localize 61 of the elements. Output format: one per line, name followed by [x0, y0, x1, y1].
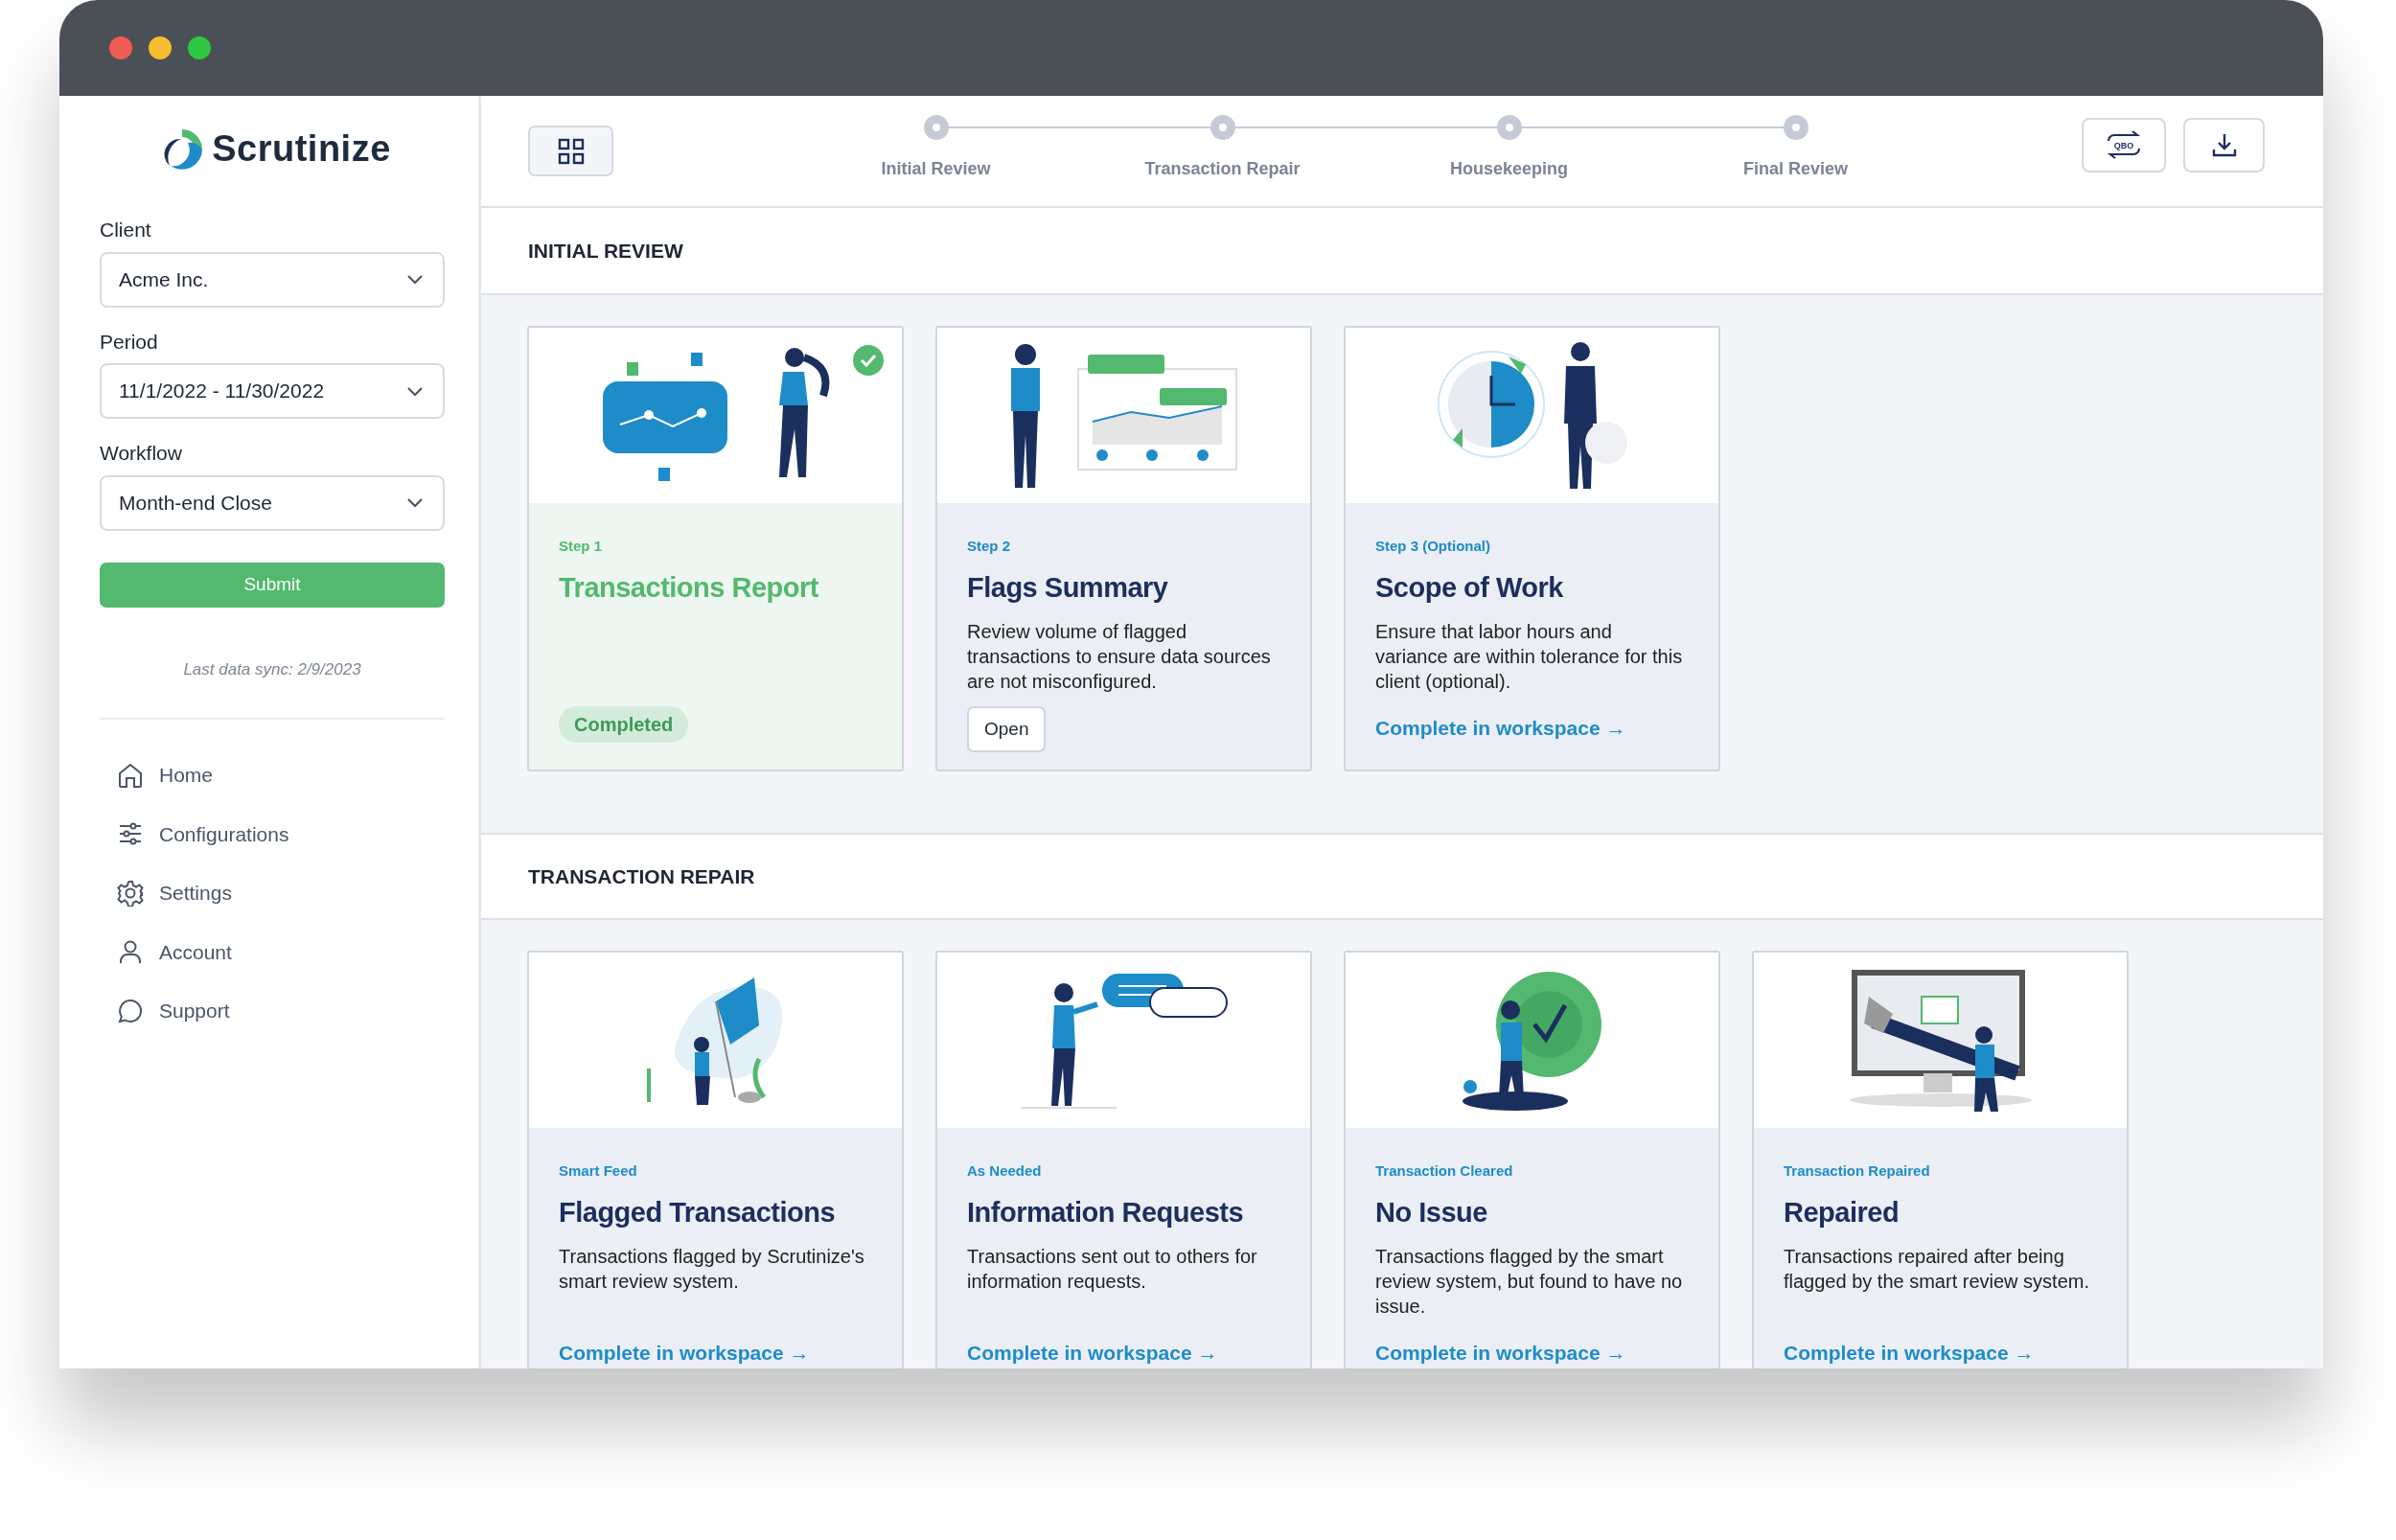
- app-name: Scrutinize: [212, 127, 391, 171]
- step-label: Housekeeping: [1450, 157, 1568, 180]
- step-tag: Smart Feed: [559, 1161, 637, 1183]
- card-title: Transactions Report: [559, 570, 818, 605]
- card-description: Ensure that labor hours and variance are within tolerance for this client (optional).: [1375, 619, 1684, 694]
- nav-link[interactable]: Support: [117, 996, 230, 1026]
- sync-button[interactable]: QBO: [2082, 117, 2166, 172]
- card-description: Transactions flagged by Scrutinize's smart review system.: [559, 1244, 865, 1294]
- card-title: Scope of Work: [1375, 570, 1563, 605]
- maximize-window-button[interactable]: [188, 36, 211, 59]
- card-description: Transactions flagged by the smart review system, but found to have no issue.: [1375, 1244, 1684, 1319]
- step-tag: Transaction Cleared: [1375, 1161, 1513, 1183]
- field-label: Period: [100, 329, 158, 355]
- download-button[interactable]: [2183, 117, 2265, 172]
- card-description: Transactions sent out to others for information requests.: [967, 1244, 1258, 1294]
- card-title: Flags Summary: [967, 570, 1168, 605]
- sync-note: Last data sync: 2/9/2023: [182, 658, 362, 680]
- step-label: Final Review: [1742, 157, 1848, 180]
- period-select[interactable]: 11/1/2022 - 11/30/2022: [100, 363, 445, 419]
- grid-view-button[interactable]: [528, 126, 613, 176]
- field-label: Workflow: [100, 441, 182, 466]
- nav-link[interactable]: Settings: [117, 878, 232, 908]
- field-label: Client: [100, 218, 151, 242]
- download-icon: [2210, 131, 2238, 158]
- close-window-button[interactable]: [109, 36, 132, 59]
- open-button[interactable]: Open: [967, 706, 1047, 752]
- step-label: Initial Review: [881, 157, 991, 180]
- client-select[interactable]: Acme Inc.: [100, 251, 445, 308]
- step-tag: As Needed: [967, 1161, 1042, 1183]
- check-circle-icon: [853, 345, 884, 376]
- completed-badge: Completed: [559, 706, 689, 743]
- workflow-select[interactable]: Month-end Close: [100, 474, 445, 531]
- card-title: No Issue: [1375, 1195, 1487, 1230]
- chevron-down-icon: [406, 274, 424, 285]
- grid-icon: [557, 137, 585, 165]
- step-tag: Transaction Repaired: [1784, 1161, 1930, 1183]
- card-description: Review volume of flagged transactions to ensure data sources are not misconfigured.: [967, 619, 1272, 694]
- section-title: INITIAL REVIEW: [528, 238, 683, 264]
- chat-bubble-icon: [117, 997, 144, 1024]
- step-marker[interactable]: [923, 114, 949, 140]
- step-marker[interactable]: [1496, 114, 1522, 140]
- step-marker[interactable]: [1783, 114, 1809, 140]
- card-title: Repaired: [1784, 1195, 1900, 1230]
- card-description: Transactions repaired after being flagged by the smart review system.: [1784, 1244, 2090, 1294]
- nav-link[interactable]: Configurations: [117, 818, 289, 849]
- card-title: Information Requests: [967, 1195, 1244, 1230]
- step-tag: Step 3 (Optional): [1375, 536, 1490, 558]
- card-title: Flagged Transactions: [559, 1195, 836, 1230]
- step-marker[interactable]: [1210, 114, 1235, 140]
- home-icon: [117, 761, 144, 789]
- step-tag: Step 1: [559, 536, 602, 558]
- step-label: Transaction Repair: [1144, 157, 1301, 180]
- section-title: TRANSACTION REPAIR: [528, 863, 755, 889]
- step-tag: Step 2: [967, 536, 1010, 558]
- chevron-down-icon: [406, 385, 424, 397]
- minimize-window-button[interactable]: [149, 36, 172, 59]
- chevron-down-icon: [406, 497, 424, 508]
- settings-icon: [117, 879, 144, 907]
- user-icon: [117, 938, 144, 966]
- nav-link[interactable]: Home: [117, 760, 214, 791]
- nav-link[interactable]: Account: [117, 936, 232, 967]
